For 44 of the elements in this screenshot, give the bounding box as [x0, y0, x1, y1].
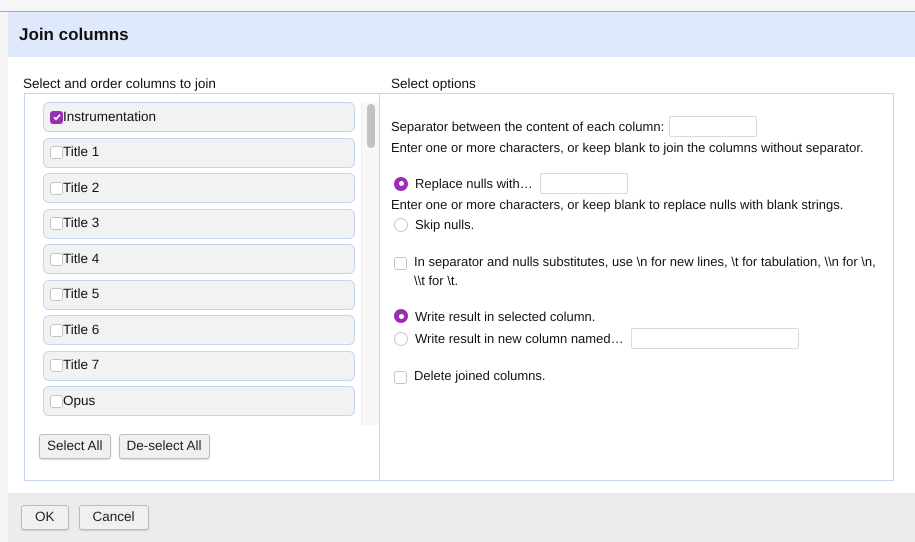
column-item[interactable]: Title 7: [43, 350, 355, 380]
option-label: Write result in new column named…: [415, 330, 624, 348]
option-label: Separator between the content of each column:: [391, 118, 664, 136]
input-field[interactable]: [630, 328, 799, 349]
column-item[interactable]: Title 3: [43, 208, 355, 238]
select-button[interactable]: De-select All: [118, 434, 210, 459]
hint-text: Enter one or more characters, or keep blank to replace nulls with blank strings.: [391, 196, 844, 213]
radio-button[interactable]: [394, 218, 408, 232]
option-label: Write result in selected column.: [415, 308, 596, 326]
checkbox[interactable]: [50, 252, 63, 266]
dialog-button[interactable]: OK: [21, 505, 69, 530]
checkbox[interactable]: [50, 182, 63, 194]
checkbox[interactable]: [50, 394, 63, 408]
checkbox[interactable]: [394, 371, 407, 384]
column-item[interactable]: Title 6: [43, 315, 355, 345]
hint-text: Enter one or more characters, or keep blank to join the columns without separator.: [391, 139, 865, 156]
dialog-button[interactable]: Cancel: [78, 505, 149, 530]
option-label: Replace nulls with…: [415, 174, 533, 193]
dialog-title: Join columns: [19, 24, 129, 46]
checkbox[interactable]: [50, 359, 63, 372]
radio-button[interactable]: [394, 309, 408, 324]
panel-label: Select and order columns to join: [23, 75, 217, 93]
scrollbar[interactable]: [361, 102, 379, 425]
option-label: In separator and nulls substitutes, use \n for new lines, \t for tabulation, \\n for \n, \\t for \t.: [414, 252, 877, 290]
column-item[interactable]: Title 5: [43, 280, 355, 310]
input-field[interactable]: [669, 116, 758, 137]
column-item[interactable]: Opus: [43, 386, 355, 416]
checkbox[interactable]: [50, 146, 63, 159]
checkbox[interactable]: [394, 256, 407, 270]
checkbox[interactable]: [50, 324, 63, 336]
column-item[interactable]: Title 2: [43, 173, 355, 203]
option-label: Delete joined columns.: [414, 367, 546, 385]
column-item[interactable]: Title 4: [43, 244, 355, 274]
radio-button[interactable]: [394, 176, 408, 190]
checkbox[interactable]: [50, 110, 63, 124]
column-item[interactable]: Title 1: [43, 138, 355, 168]
panel-label: Select options: [390, 75, 477, 93]
checkbox[interactable]: [50, 217, 63, 230]
option-label: Skip nulls.: [415, 216, 474, 234]
select-button[interactable]: Select All: [39, 434, 111, 459]
checkbox[interactable]: [50, 288, 63, 301]
radio-button[interactable]: [394, 332, 408, 346]
input-field[interactable]: [540, 173, 628, 194]
column-item[interactable]: Instrumentation: [43, 102, 355, 132]
